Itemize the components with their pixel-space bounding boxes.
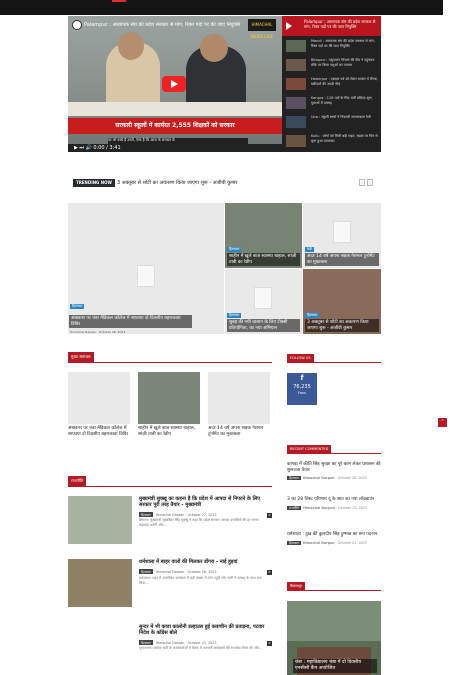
list-title[interactable]: धर्मशाला में बाहर वालों की मिलकर डोंगरा …: [139, 559, 269, 565]
list-meta: हिमाचल Himachal Darpan · October 27, 2023: [139, 512, 217, 517]
channel-avatar[interactable]: [72, 20, 82, 30]
playlist-item[interactable]: Kullu : लोगों को मिली बड़ी राहत, सड़क पर…: [286, 133, 379, 149]
comment-count: 0: [267, 513, 272, 518]
section-title-recent: RECENT COMMENTED: [287, 445, 332, 453]
list-meta: हिमाचल Himachal Darpan · October 26, 2023: [139, 569, 217, 574]
video-title[interactable]: Palampur : अध्यापक संघ की प्रदेश सरकार स…: [84, 22, 254, 28]
top-navigation-bar: [0, 0, 450, 15]
list-excerpt: सुन्दरनगर। कांग्रेस पार्टी के कार्यकर्ता…: [139, 646, 263, 650]
trending-headline[interactable]: 3 अक्तूबर से शोटी का अवतरण किया जाएगा शु…: [117, 178, 237, 188]
card-title[interactable]: अंबाडनर पर चंबा मेडिकल कॉलेज में साफ़ाया…: [68, 426, 134, 437]
sidebar-story[interactable]: चंबा : महाविद्यालय चंबा में दो दिवसीय एन…: [287, 601, 381, 675]
section-title-rajniti: राजनीति: [68, 476, 87, 486]
play-icon: [286, 22, 293, 30]
featured-title[interactable]: साहीन में खुले बाज स्वास्थ्य बाहाल, सांज…: [227, 253, 300, 266]
category-badge[interactable]: मंडी: [305, 247, 314, 252]
comment-count: 0: [267, 641, 272, 646]
featured-title[interactable]: अदर 14 वर्ष अपना सड़क नेशनल टूर्नामेंट क…: [305, 253, 379, 266]
list-image: [68, 559, 132, 607]
playlist-item[interactable]: Bilaspur : पशुपालन विभाग की टीम ने पहुंच…: [286, 57, 379, 73]
trending-label: TRENDING NOW: [73, 179, 115, 187]
news-card[interactable]: साहीन में खुले बाज स्वास्थ्य बाहाल, सांज…: [138, 372, 204, 447]
card-title[interactable]: साहीन में खुले बाज स्वास्थ्य बाहाल, सांज…: [138, 426, 204, 437]
comment-item[interactable]: धर्मशाला : दुख की कुलदीप सिंह ट्रूम्भाड …: [287, 532, 381, 545]
playlist-item[interactable]: Mandi : अध्यापक संघ की प्रदेश सरकार से म…: [286, 38, 379, 54]
featured-card[interactable]: हिमाचल 3 अक्तूबर से शोटी का अवतरण किया ज…: [303, 269, 381, 334]
play-button-icon[interactable]: [162, 76, 186, 92]
featured-title[interactable]: 3 अक्तूबर से शोटी का अवतरण किया जाएगा शु…: [305, 319, 379, 332]
news-card[interactable]: अंबाडनर पर चंबा मेडिकल कॉलेज में साफ़ाया…: [68, 372, 134, 447]
playlist-title: Palampur : अध्यापक संघ की प्रदेश सरकार स…: [304, 19, 376, 29]
comment-item[interactable]: 3 का 28 लिस्ट परिणाम दू के सात का नया लॉ…: [287, 497, 381, 510]
playlist-header[interactable]: Palampur : अध्यापक संघ की प्रदेश सरकार स…: [282, 16, 381, 36]
chevron-left-icon[interactable]: ‹: [359, 179, 365, 186]
nav-edge: [443, 0, 450, 15]
story-title[interactable]: चंबा : महाविद्यालय चंबा में दो दिवसीय एन…: [293, 659, 377, 673]
comment-count: 0: [267, 570, 272, 575]
image-placeholder-icon: [333, 221, 351, 243]
playlist-item[interactable]: Una : स्कूली बच्चों ने निकाली जागरूकता र…: [286, 114, 379, 130]
featured-card[interactable]: हिमाचल सुबह की नयी चालान के लिए टीक्सी प…: [225, 269, 302, 334]
list-image: [68, 624, 132, 672]
list-meta: हिमाचल Himachal Darpan · October 25, 2023: [139, 640, 217, 645]
video-player[interactable]: Palampur : अध्यापक संघ की प्रदेश सरकार स…: [68, 16, 282, 152]
category-badge[interactable]: हिमाचल: [227, 313, 242, 318]
comment-item[interactable]: कांगड़ा में कीर्ति सिंह सुरक्षा का पूरे …: [287, 462, 381, 480]
featured-meta: Himachal Darpan · October 26, 2023: [70, 330, 126, 334]
card-image: [68, 372, 130, 424]
list-item[interactable]: मुख्यमंत्री सुक्खू का कहना है कि प्रदेश …: [68, 496, 272, 546]
chevron-right-icon[interactable]: ›: [367, 179, 373, 186]
section-title-follow: FOLLOW US: [287, 354, 314, 362]
image-placeholder-icon: [137, 265, 155, 287]
playlist-item[interactable]: Kangra : 128 पदों के लिए भर्ती प्रक्रिया…: [286, 95, 379, 111]
category-badge[interactable]: हिमाचल: [70, 304, 85, 309]
list-item[interactable]: सुन्दर में भी कावा कालोनी डल्हाउस हुई कव…: [68, 624, 272, 674]
news-card[interactable]: अदर 14 वर्ष अपना सड़क नेशनल टूर्नामेंट क…: [208, 372, 274, 447]
video-playlist: Palampur : अध्यापक संघ की प्रदेश सरकार स…: [282, 16, 381, 152]
card-image: [208, 372, 270, 424]
featured-card[interactable]: हिमाचल साहीन में खुले बाज स्वास्थ्य बाहा…: [225, 203, 302, 268]
card-title[interactable]: अदर 14 वर्ष अपना सड़क नेशनल टूर्नामेंट क…: [208, 426, 274, 437]
image-placeholder-icon: [254, 287, 272, 309]
trending-ticker: TRENDING NOW 3 अक्तूबर से शोटी का अवतरण …: [73, 178, 377, 188]
scroll-top-button[interactable]: ⌃: [438, 418, 447, 427]
facebook-icon: f: [300, 374, 304, 382]
follower-label: Fans: [298, 391, 306, 395]
brand-accent: [112, 0, 126, 2]
category-badge[interactable]: हिमाचल: [227, 247, 242, 252]
list-item[interactable]: धर्मशाला में बाहर वालों की मिलकर डोंगरा …: [68, 559, 272, 609]
featured-main[interactable]: हिमाचल अंबाडनर पर चंबा मेडिकल कॉलेज में …: [68, 203, 224, 334]
list-title[interactable]: सुन्दर में भी कावा कालोनी डल्हाउस हुई कव…: [139, 624, 269, 636]
category-badge[interactable]: हिमाचल: [305, 313, 320, 318]
section-title-mukhya: मुख्य समाचार: [68, 352, 94, 362]
channel-badge: HIMACHAL NEWS LIVE: [248, 19, 276, 39]
list-title[interactable]: मुख्यमंत्री सुक्खू का कहना है कि प्रदेश …: [139, 496, 269, 508]
card-image: [138, 372, 200, 424]
featured-title[interactable]: अंबाडनर पर चंबा मेडिकल कॉलेज में साफ़ाया…: [69, 315, 192, 328]
featured-title[interactable]: सुबह की नयी चालान के लिए टीक्सी प्रतियोग…: [227, 319, 300, 332]
list-excerpt: धर्मशाला। शहर में आयोजित कार्यक्रम में ब…: [139, 576, 263, 585]
list-excerpt: शिमला। मुख्यमंत्री सुखविंदर सिंह सुक्खू …: [139, 518, 259, 527]
section-title-bilaspur: बिलासपुर: [287, 582, 305, 590]
playlist-item[interactable]: Hamirpur : दशहरा पर्व को लेकर बाजार में …: [286, 76, 379, 92]
video-controls[interactable]: ▶ ⏭ 🔊 0:00 / 3:41: [68, 144, 282, 152]
video-banner: सरकारी स्कूलों में कार्यरत 2,555 शिक्षको…: [68, 118, 282, 134]
facebook-follow-button[interactable]: f 76,235 Fans: [287, 373, 317, 405]
follower-count: 76,235: [293, 384, 311, 390]
list-image: [68, 496, 132, 544]
featured-card[interactable]: मंडी अदर 14 वर्ष अपना सड़क नेशनल टूर्नाम…: [303, 203, 381, 268]
